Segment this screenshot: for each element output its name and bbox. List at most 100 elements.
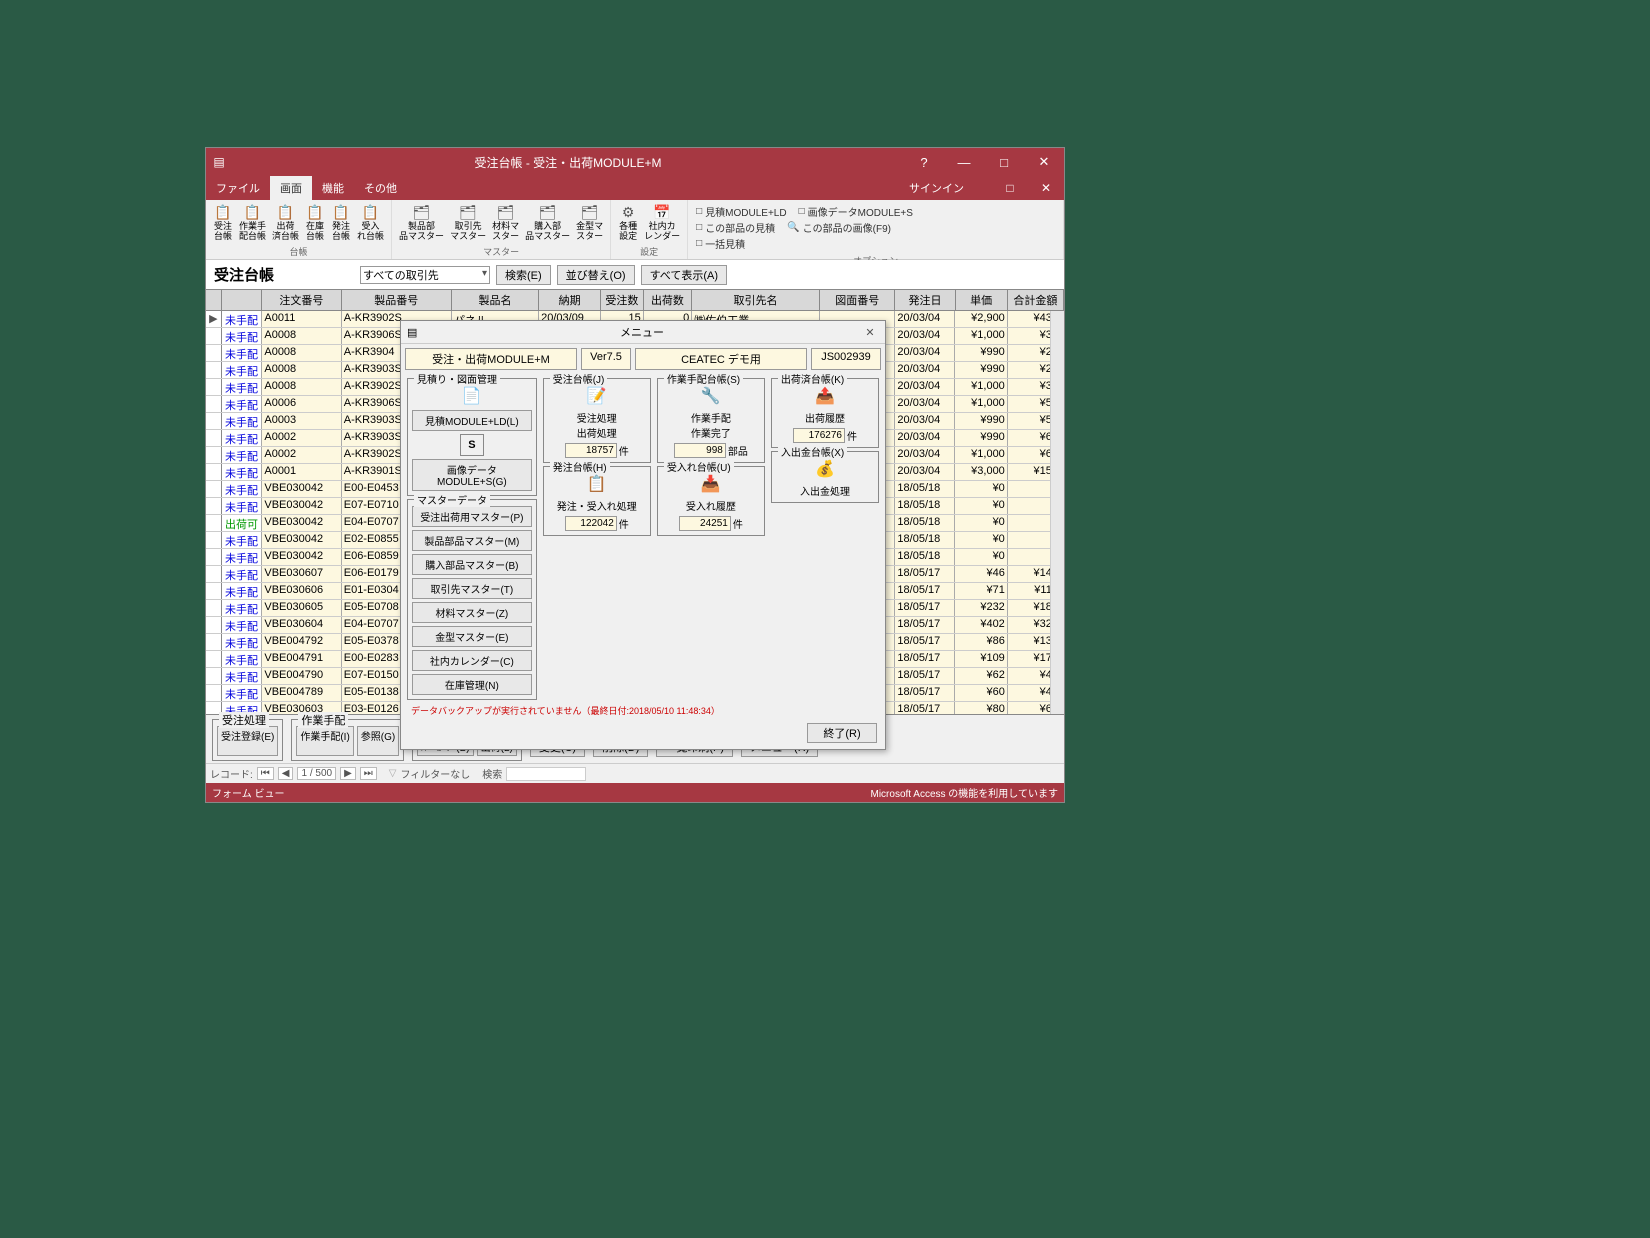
titlebar: ▤ 受注台帳 - 受注・出荷MODULE+M ? — □ ✕ [206,148,1064,176]
receive-ledger-group: 受入れ台帳(U) 📥 受入れ履歴 24251件 [657,466,765,536]
purchase-ledger-group: 発注台帳(H) 📋 発注・受入れ処理 122042件 [543,466,651,536]
ribbon-金型マ[interactable]: 🗂金型マスター [573,202,606,244]
ribbon-社内カ[interactable]: 📅社内カレンダー [641,202,683,244]
grid-header: 注文番号製品番号製品名納期受注数出荷数取引先名図面番号発注日単価合計金額 [206,289,1064,311]
signin-link[interactable]: サインイン [909,180,964,196]
backup-warning: データバックアップが実行されていません（最終日付:2018/05/10 11:4… [409,704,877,719]
column-header-11[interactable]: 単価 [956,290,1008,310]
ribbon-在庫[interactable]: 📋在庫台帳 [302,202,328,244]
btn-作業手配(I)[interactable]: 作業手配(I) [296,726,353,756]
menu-tab-3[interactable]: その他 [354,176,407,200]
btn-受注登録(E)[interactable]: 受注登録(E) [217,726,278,756]
column-header-6[interactable]: 受注数 [601,290,644,310]
option-一括見積[interactable]: □一括見積 [696,236,745,251]
nav-first[interactable]: ⏮ [257,767,274,780]
vertical-scrollbar[interactable] [1050,311,1064,714]
bottom-group-1: 作業手配作業手配(I)参照(G) [291,719,404,761]
status-bar: フォーム ビュー Microsoft Access の機能を利用しています [206,783,1064,802]
column-header-2[interactable]: 注文番号 [262,290,341,310]
nav-search-input[interactable] [506,767,586,781]
column-header-3[interactable]: 製品番号 [342,290,452,310]
ribbon-材料マ[interactable]: 🗂材料マスター [489,202,522,244]
exit-button[interactable]: 終了(R) [807,723,877,743]
ribbon-購入部[interactable]: 🗂購入部品マスター [522,202,573,244]
mdi-restore-button[interactable]: □ [992,176,1028,200]
estimate-icon: 📄 [460,385,484,407]
nav-prev[interactable]: ◀ [278,767,294,780]
work-ledger-group: 作業手配台帳(S) 🔧 作業手配 作業完了 998部品 [657,378,765,463]
option-見積MODULE+LD[interactable]: □見積MODULE+LD [696,204,786,219]
work-ledger-icon[interactable]: 🔧 [699,385,723,407]
minimize-button[interactable]: — [944,148,984,176]
help-button[interactable]: ? [904,148,944,176]
ribbon-受入[interactable]: 📋受入れ台帳 [354,202,387,244]
ribbon-出荷[interactable]: 📋出荷済台帳 [269,202,302,244]
option-画像データMODULE+S[interactable]: □画像データMODULE+S [799,204,913,219]
option-この部品の画像(F9)[interactable]: 🔍この部品の画像(F9) [787,220,891,235]
receive-ledger-icon[interactable]: 📥 [699,473,723,495]
column-header-7[interactable]: 出荷数 [644,290,692,310]
maximize-button[interactable]: □ [984,148,1024,176]
master-btn-購入部品マスター(B)[interactable]: 購入部品マスター(B) [412,554,532,575]
master-btn-製品部品マスター(M)[interactable]: 製品部品マスター(M) [412,530,532,551]
cash-ledger-icon[interactable]: 💰 [813,458,837,480]
column-header-8[interactable]: 取引先名 [692,290,820,310]
bottom-group-0: 受注処理受注登録(E) [212,719,283,761]
option-この部品の見積[interactable]: □この部品の見積 [696,220,775,235]
show-all-button[interactable]: すべて表示(A) [641,265,727,285]
dialog-close-button[interactable]: ✕ [861,326,879,339]
cash-ledger-group: 入出金台帳(X) 💰 入出金処理 [771,451,879,503]
purchase-ledger-icon[interactable]: 📋 [585,473,609,495]
nav-position: 1 / 500 [297,767,336,780]
filter-status: フィルターなし [400,766,470,781]
menu-dialog: ▤ メニュー ✕ 受注・出荷MODULE+M Ver7.5 CEATEC デモ用… [400,320,886,750]
estimate-module-button[interactable]: 見積MODULE+LD(L) [412,410,532,431]
column-header-10[interactable]: 発注日 [895,290,955,310]
ribbon-作業手[interactable]: 📋作業手配台帳 [236,202,269,244]
modal-demo-label: CEATEC デモ用 [635,348,807,370]
order-ledger-group: 受注台帳(J) 📝 受注処理 出荷処理 18757件 [543,378,651,463]
ribbon-各種[interactable]: ⚙各種設定 [615,202,641,244]
modal-code: JS002939 [811,348,881,370]
close-button[interactable]: ✕ [1024,148,1064,176]
master-btn-社内カレンダー(C)[interactable]: 社内カレンダー(C) [412,650,532,671]
form-header: 受注台帳 すべての取引先 検索(E) 並び替え(O) すべて表示(A) [206,260,1064,289]
ribbon-取引先[interactable]: 🗂取引先マスター [447,202,489,244]
master-btn-材料マスター(Z)[interactable]: 材料マスター(Z) [412,602,532,623]
column-header-9[interactable]: 図面番号 [820,290,896,310]
master-btn-取引先マスター(T)[interactable]: 取引先マスター(T) [412,578,532,599]
master-btn-金型マスター(E)[interactable]: 金型マスター(E) [412,626,532,647]
ship-ledger-icon[interactable]: 📤 [813,385,837,407]
column-header-5[interactable]: 納期 [539,290,601,310]
ribbon-発注[interactable]: 📋発注台帳 [328,202,354,244]
ribbon-受注[interactable]: 📋受注台帳 [210,202,236,244]
menu-tab-1[interactable]: 画面 [270,176,312,200]
mdi-close-button[interactable]: ✕ [1028,176,1064,200]
column-header-4[interactable]: 製品名 [452,290,539,310]
dialog-icon: ▤ [407,326,423,339]
search-button[interactable]: 検索(E) [496,265,551,285]
order-ledger-icon[interactable]: 📝 [585,385,609,407]
column-header-12[interactable]: 合計金額 [1008,290,1064,310]
master-data-group: マスターデータ 受注出荷用マスター(P)製品部品マスター(M)購入部品マスター(… [407,499,537,700]
nav-last[interactable]: ⏭ [360,767,377,780]
app-icon: ▤ [206,155,232,169]
master-btn-在庫管理(N)[interactable]: 在庫管理(N) [412,674,532,695]
master-btn-受注出荷用マスター(P)[interactable]: 受注出荷用マスター(P) [412,506,532,527]
menubar: ファイル画面機能その他 サインイン □ ✕ [206,176,1064,200]
customer-filter-combo[interactable]: すべての取引先 [360,266,490,284]
column-header-0[interactable] [206,290,222,310]
sort-button[interactable]: 並び替え(O) [557,265,635,285]
image-data-button[interactable]: 画像データ MODULE+S(G) [412,459,532,491]
estimate-group: 見積り・図面管理 📄 見積MODULE+LD(L) S 画像データ MODULE… [407,378,537,496]
menu-tab-2[interactable]: 機能 [312,176,354,200]
ship-ledger-group: 出荷済台帳(K) 📤 出荷履歴 176276件 [771,378,879,448]
modal-app-name: 受注・出荷MODULE+M [405,348,577,370]
column-header-1[interactable] [222,290,263,310]
btn-参照(G)[interactable]: 参照(G) [357,726,399,756]
menu-tab-0[interactable]: ファイル [206,176,270,200]
ribbon-製品部[interactable]: 🗂製品部品マスター [396,202,447,244]
form-title: 受注台帳 [214,264,354,285]
nav-next[interactable]: ▶ [340,767,356,780]
window-title: 受注台帳 - 受注・出荷MODULE+M [232,154,904,171]
